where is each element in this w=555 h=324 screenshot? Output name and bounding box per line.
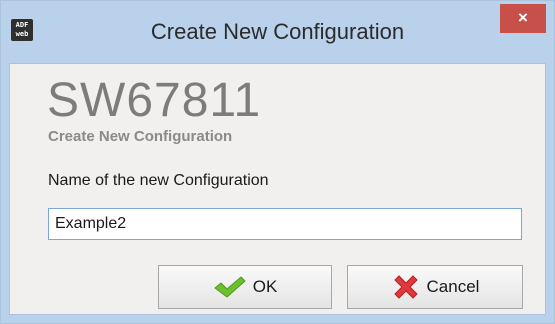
- dialog-content: SW67811 Create New Configuration Name of…: [9, 63, 546, 315]
- ok-button[interactable]: OK: [158, 265, 332, 309]
- cancel-button[interactable]: Cancel: [347, 265, 523, 309]
- ok-button-label: OK: [252, 277, 278, 296]
- config-name-input[interactable]: [48, 208, 522, 240]
- title-bar[interactable]: ADF web Create New Configuration ×: [1, 1, 554, 63]
- close-icon: ×: [518, 8, 528, 27]
- product-code: SW67811: [47, 74, 262, 127]
- dialog-subtitle: Create New Configuration: [48, 128, 233, 145]
- checkmark-icon: [213, 276, 246, 298]
- window-title: Create New Configuration: [150, 19, 405, 44]
- cancel-button-label: Cancel: [426, 277, 480, 296]
- config-name-label: Name of the new Configuration: [48, 172, 269, 189]
- close-button[interactable]: ×: [500, 4, 546, 33]
- dialog-window: ADF web Create New Configuration × SW678…: [0, 0, 555, 324]
- red-x-icon: [393, 275, 418, 299]
